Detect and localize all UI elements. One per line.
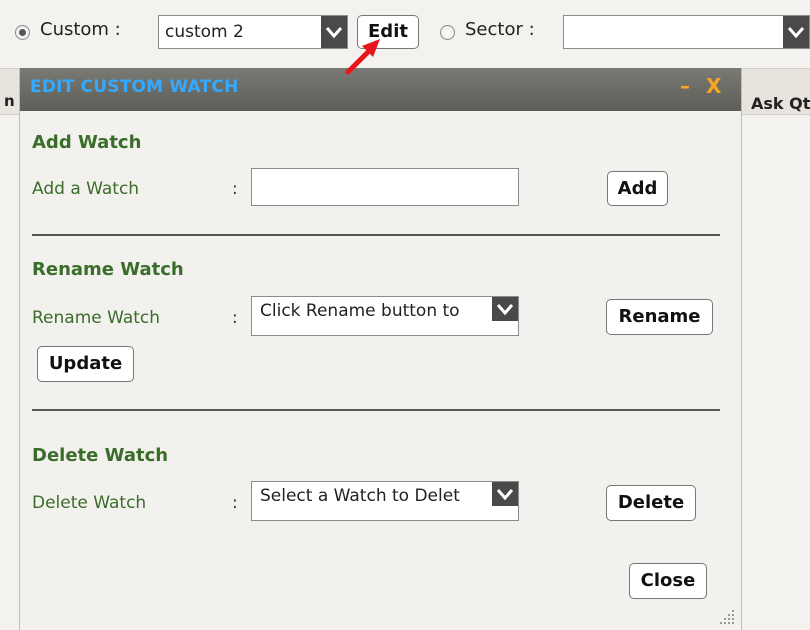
custom-radio[interactable] — [15, 25, 30, 40]
delete-watch-select[interactable]: Select a Watch to Delet — [251, 481, 519, 521]
rename-watch-colon: : — [232, 308, 238, 328]
sector-select[interactable] — [563, 15, 810, 49]
chevron-down-icon[interactable] — [492, 482, 518, 506]
update-button[interactable]: Update — [37, 346, 134, 382]
chevron-down-icon[interactable] — [492, 297, 518, 321]
close-button[interactable]: Close — [629, 563, 707, 599]
custom-label: Custom : — [40, 19, 121, 40]
rename-watch-label: Rename Watch — [32, 308, 161, 328]
toolbar: Custom : custom 2 Edit Sector : — [0, 0, 810, 68]
rename-select-value: Click Rename button to — [260, 301, 460, 321]
custom-select-value: custom 2 — [165, 22, 244, 42]
dialog-title: EDIT CUSTOM WATCH — [30, 77, 239, 97]
edit-custom-watch-dialog: EDIT CUSTOM WATCH – X Add Watch Add a Wa… — [19, 68, 742, 630]
delete-select-value: Select a Watch to Delet — [260, 486, 460, 506]
divider — [32, 234, 720, 236]
rename-watch-select[interactable]: Click Rename button to — [251, 296, 519, 336]
sector-radio[interactable] — [440, 25, 455, 40]
delete-watch-heading: Delete Watch — [32, 445, 169, 466]
red-arrow-icon — [345, 39, 380, 75]
add-watch-input[interactable] — [251, 168, 519, 206]
divider — [32, 409, 720, 411]
add-button[interactable]: Add — [607, 171, 668, 206]
close-icon[interactable]: X — [706, 74, 721, 98]
delete-button[interactable]: Delete — [606, 485, 696, 521]
add-watch-heading: Add Watch — [32, 132, 142, 153]
column-header-fragment: n — [4, 92, 15, 110]
minimize-icon[interactable]: – — [680, 74, 690, 98]
rename-button[interactable]: Rename — [606, 299, 713, 335]
chevron-down-icon[interactable] — [783, 16, 809, 48]
rename-watch-heading: Rename Watch — [32, 259, 184, 280]
column-header-ask-qty: Ask Qt — [751, 94, 810, 113]
add-watch-label: Add a Watch — [32, 179, 140, 199]
custom-select[interactable]: custom 2 — [158, 15, 348, 49]
add-watch-colon: : — [232, 179, 238, 199]
sector-label: Sector : — [465, 19, 535, 40]
delete-watch-colon: : — [232, 493, 238, 513]
delete-watch-label: Delete Watch — [32, 493, 147, 513]
resize-grip-icon[interactable] — [718, 608, 736, 626]
